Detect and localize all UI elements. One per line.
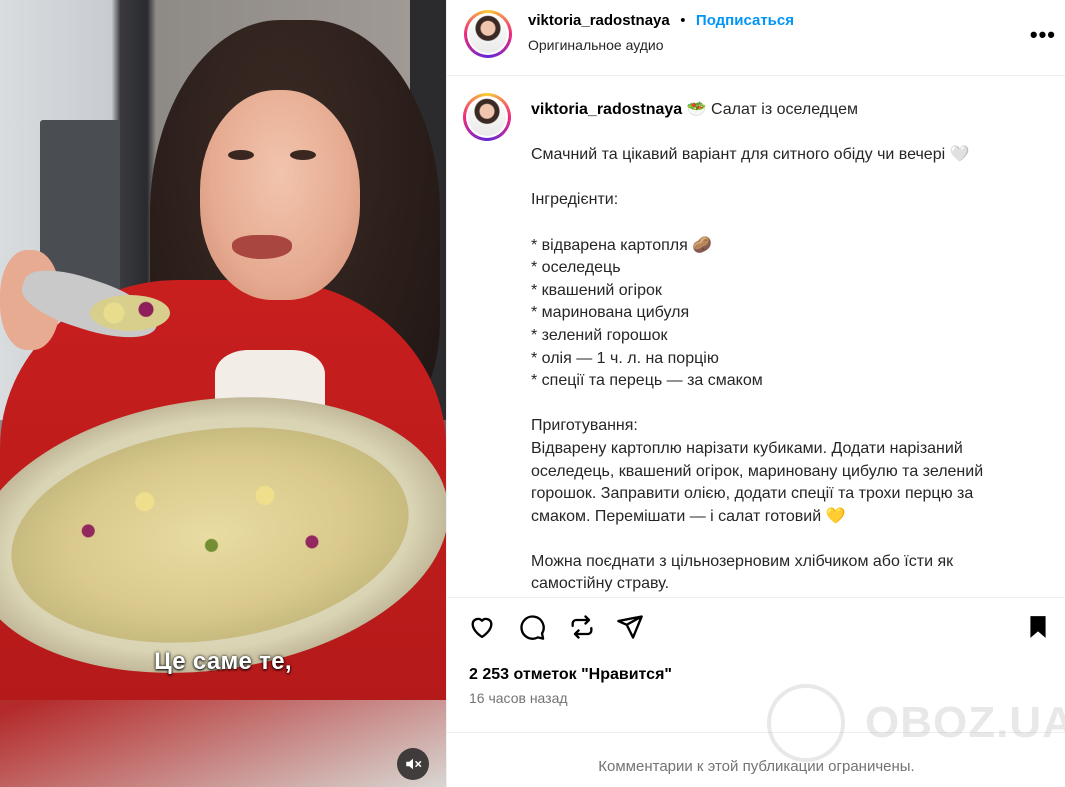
bookmark-icon <box>1030 616 1046 638</box>
left-eye <box>228 150 254 160</box>
more-options-icon[interactable]: ••• <box>1030 22 1056 48</box>
like-button[interactable] <box>467 612 497 642</box>
save-button[interactable] <box>1023 612 1053 642</box>
comment-button[interactable] <box>517 612 547 642</box>
post-viewer: Це саме те, viktoria_radostnaya • Подпис… <box>0 0 1065 787</box>
avatar-photo <box>468 98 506 136</box>
author-username[interactable]: viktoria_radostnaya <box>528 12 670 29</box>
spoon-salad <box>90 295 170 331</box>
mouth <box>232 235 292 259</box>
avatar-photo <box>469 15 507 53</box>
separator-dot: • <box>680 12 686 29</box>
audio-label[interactable]: Оригинальное аудио <box>528 37 664 53</box>
post-header: viktoria_radostnaya • Подписаться Оригин… <box>447 0 1065 76</box>
caption-username[interactable]: viktoria_radostnaya <box>531 101 682 118</box>
oboz-watermark: OBOZ.UA <box>767 684 1065 764</box>
caption-text: viktoria_radostnaya 🥗 Салат із оселедцем… <box>531 99 1031 596</box>
share-icon <box>617 615 643 639</box>
heart-icon <box>471 617 493 639</box>
globe-icon <box>767 684 845 762</box>
post-timestamp[interactable]: 16 часов назад <box>469 690 568 706</box>
video-player[interactable]: Це саме те, <box>0 0 446 787</box>
follow-button[interactable]: Подписаться <box>696 12 794 29</box>
like-count[interactable]: 2 253 отметок "Нравится" <box>469 666 672 684</box>
speaker-muted-icon <box>406 758 422 770</box>
caption-avatar[interactable] <box>463 93 511 141</box>
mute-button[interactable] <box>397 748 429 780</box>
video-subtitle: Це саме те, <box>154 648 292 675</box>
share-button[interactable] <box>615 612 645 642</box>
caption-section: viktoria_radostnaya 🥗 Салат із оселедцем… <box>447 77 1065 597</box>
caption-body: 🥗 Салат із оселедцем Смачний та цікавий … <box>531 101 984 593</box>
watermark-text: OBOZ.UA <box>865 698 1065 747</box>
comment-icon <box>520 615 545 640</box>
repost-button[interactable] <box>567 612 597 642</box>
header-title-row: viktoria_radostnaya • Подписаться <box>528 12 794 30</box>
author-avatar[interactable] <box>464 10 512 58</box>
right-eye <box>290 150 316 160</box>
action-bar <box>447 597 1065 657</box>
post-side-panel: viktoria_radostnaya • Подписаться Оригин… <box>446 0 1065 787</box>
woman-face <box>200 90 360 300</box>
repost-icon <box>571 615 593 639</box>
